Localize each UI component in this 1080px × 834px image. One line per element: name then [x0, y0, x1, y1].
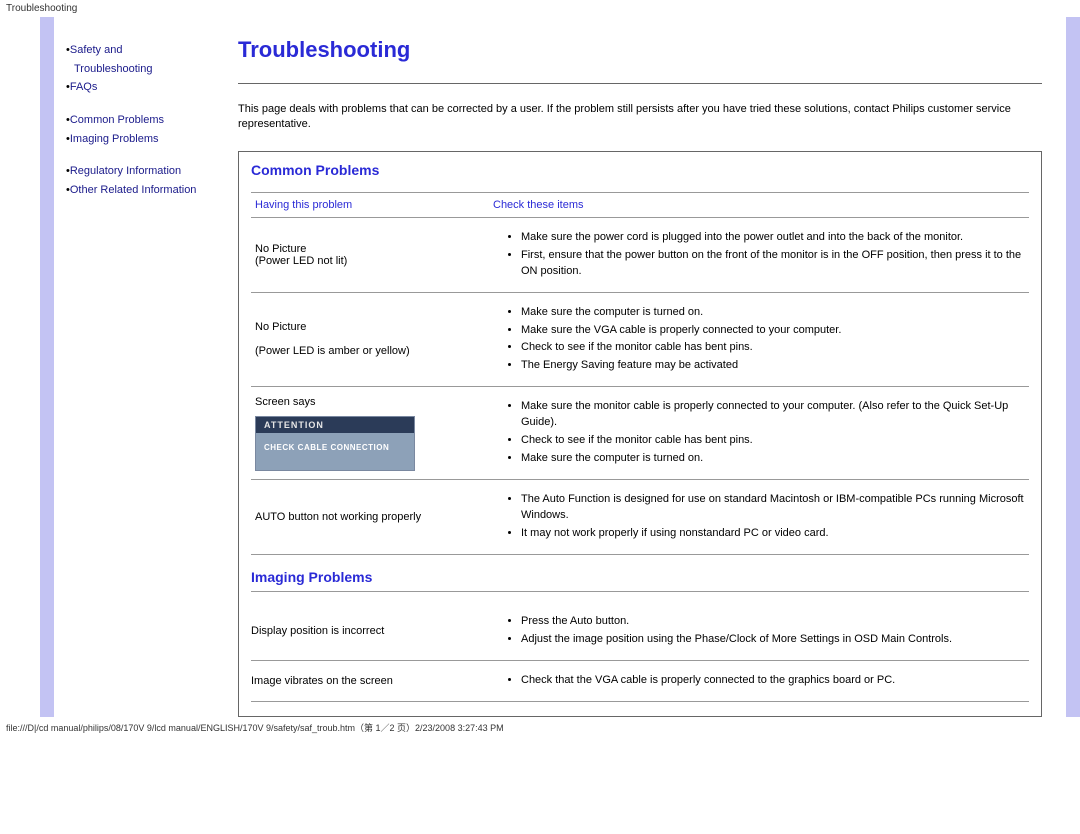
check-list: Check that the VGA cable is properly con… — [493, 673, 1029, 689]
check-cell: Press the Auto button. Adjust the image p… — [493, 610, 1029, 652]
list-item: Make sure the VGA cable is properly conn… — [521, 323, 1025, 339]
problem-line: No Picture — [255, 243, 485, 255]
imaging-problems-heading: Imaging Problems — [251, 569, 1029, 592]
check-cell: Make sure the monitor cable is properly … — [489, 387, 1029, 480]
check-cell: Make sure the computer is turned on. Make… — [489, 292, 1029, 387]
nav-faqs[interactable]: FAQs — [70, 81, 98, 93]
list-item: Make sure the computer is turned on. — [521, 451, 1025, 467]
page-layout: Safety and Troubleshooting FAQs Common P… — [0, 17, 1080, 717]
imaging-rows: Display position is incorrectPress the A… — [251, 602, 1029, 702]
problem-cell: Image vibrates on the screen — [251, 669, 493, 693]
problem-line: No Picture — [255, 321, 485, 333]
attention-box: ATTENTIONCHECK CABLE CONNECTION — [255, 416, 415, 471]
problem-line: (Power LED is amber or yellow) — [255, 345, 485, 357]
table-row: No Picture(Power LED not lit) Make sure t… — [251, 217, 1029, 292]
nav-group-2: Common Problems Imaging Problems — [66, 111, 216, 148]
col-header-problem: Having this problem — [251, 192, 489, 217]
list-item: Check that the VGA cable is properly con… — [521, 673, 1029, 689]
list-item: Check to see if the monitor cable has be… — [521, 340, 1025, 356]
list-item: Press the Auto button. — [521, 614, 1029, 630]
attention-header: ATTENTION — [256, 417, 414, 433]
common-problems-table: Having this problem Check these items No… — [251, 192, 1029, 555]
common-problems-heading: Common Problems — [251, 162, 1029, 178]
nav-regulatory-info[interactable]: Regulatory Information — [70, 165, 181, 177]
table-row: No Picture (Power LED is amber or yellow… — [251, 292, 1029, 387]
intro-paragraph: This page deals with problems that can b… — [238, 102, 1042, 133]
col-header-check: Check these items — [489, 192, 1029, 217]
list-item: Make sure the computer is turned on. — [521, 305, 1025, 321]
nav-common-problems[interactable]: Common Problems — [70, 114, 164, 126]
table-row: Display position is incorrectPress the A… — [251, 602, 1029, 661]
problem-cell: No Picture(Power LED not lit) — [251, 217, 489, 292]
check-list: Make sure the monitor cable is properly … — [493, 399, 1025, 467]
problem-cell: Display position is incorrect — [251, 610, 493, 652]
problem-cell: Screen says ATTENTIONCHECK CABLE CONNECTI… — [251, 387, 489, 480]
check-list: The Auto Function is designed for use on… — [493, 492, 1025, 542]
check-cell: Make sure the power cord is plugged into… — [489, 217, 1029, 292]
problems-box: Common Problems Having this problem Chec… — [238, 151, 1042, 717]
list-item: Make sure the power cord is plugged into… — [521, 230, 1025, 246]
table-row: Screen says ATTENTIONCHECK CABLE CONNECTI… — [251, 387, 1029, 480]
table-row: AUTO button not working properly The Auto… — [251, 480, 1029, 555]
nav-safety-troubleshooting[interactable]: Safety and — [70, 44, 123, 56]
check-list: Press the Auto button. Adjust the image p… — [493, 614, 1029, 648]
main-content: Troubleshooting This page deals with pro… — [224, 17, 1066, 717]
list-item: Make sure the monitor cable is properly … — [521, 399, 1025, 431]
right-blue-strip — [1066, 17, 1080, 717]
left-blue-strip — [40, 17, 54, 717]
page-title: Troubleshooting — [238, 37, 1042, 84]
table-row: Image vibrates on the screen Check that t… — [251, 661, 1029, 702]
check-cell: The Auto Function is designed for use on… — [489, 480, 1029, 555]
problem-line: (Power LED not lit) — [255, 255, 485, 267]
problem-cell: AUTO button not working properly — [251, 480, 489, 555]
problem-line — [255, 333, 485, 345]
list-item: First, ensure that the power button on t… — [521, 248, 1025, 280]
check-list: Make sure the power cord is plugged into… — [493, 230, 1025, 280]
list-item: Adjust the image position using the Phas… — [521, 632, 1029, 648]
attention-body: CHECK CABLE CONNECTION — [256, 433, 414, 470]
list-item: The Energy Saving feature may be activat… — [521, 358, 1025, 374]
page-header: Troubleshooting — [0, 0, 1080, 17]
list-item: The Auto Function is designed for use on… — [521, 492, 1025, 524]
nav-safety-troubleshooting-line2[interactable]: Troubleshooting — [74, 63, 152, 75]
list-item: Check to see if the monitor cable has be… — [521, 433, 1025, 449]
problem-line: AUTO button not working properly — [255, 511, 485, 523]
problem-cell: No Picture (Power LED is amber or yellow… — [251, 292, 489, 387]
sidebar: Safety and Troubleshooting FAQs Common P… — [54, 17, 224, 717]
check-list: Make sure the computer is turned on. Make… — [493, 305, 1025, 375]
nav-group-1: Safety and Troubleshooting FAQs — [66, 41, 216, 97]
nav-group-3: Regulatory Information Other Related Inf… — [66, 162, 216, 199]
nav-imaging-problems[interactable]: Imaging Problems — [70, 133, 159, 145]
page-footer: file:///D|/cd manual/philips/08/170V 9/l… — [0, 717, 1080, 738]
problem-line: Screen says — [255, 396, 485, 408]
list-item: It may not work properly if using nonsta… — [521, 526, 1025, 542]
check-cell: Check that the VGA cable is properly con… — [493, 669, 1029, 693]
nav-other-related-info[interactable]: Other Related Information — [70, 184, 197, 196]
